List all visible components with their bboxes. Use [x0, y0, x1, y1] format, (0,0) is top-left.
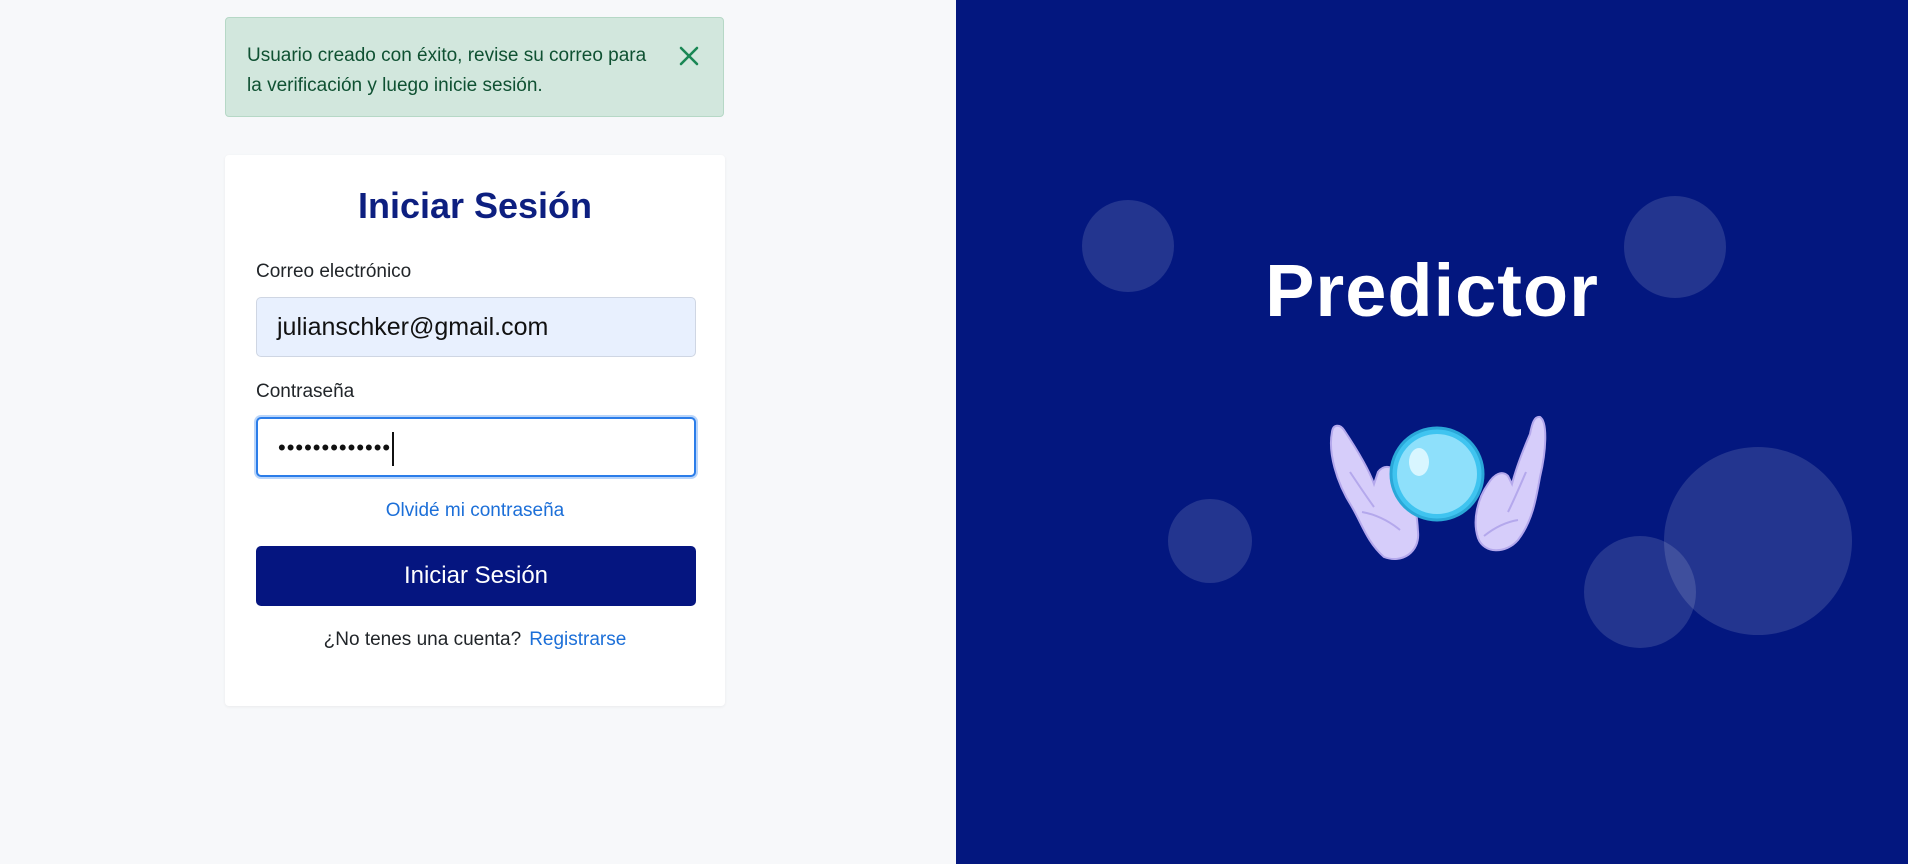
brand-title: Predictor	[1265, 249, 1599, 332]
forgot-password-link[interactable]: Olvidé mi contraseña	[225, 500, 725, 522]
crystal-ball-hands-icon	[1322, 412, 1552, 562]
login-card: Iniciar Sesión Correo electrónico julian…	[225, 155, 725, 706]
email-field[interactable]: julianschker@gmail.com	[256, 297, 696, 357]
decor-bubble	[1584, 536, 1696, 648]
brand-panel: Predictor	[956, 0, 1908, 864]
text-caret	[392, 432, 395, 467]
decor-bubble	[1168, 499, 1252, 583]
close-icon[interactable]	[677, 44, 701, 68]
register-row: ¿No tenes una cuenta? Registrarse	[225, 629, 725, 651]
password-label: Contraseña	[256, 381, 355, 402]
password-field[interactable]: •••••••••••••	[256, 417, 696, 477]
login-panel: Usuario creado con éxito, revise su corr…	[0, 0, 956, 864]
no-account-text: ¿No tenes una cuenta?	[323, 629, 522, 650]
register-link[interactable]: Registrarse	[529, 629, 626, 650]
email-label: Correo electrónico	[256, 261, 412, 282]
alert-message: Usuario creado con éxito, revise su corr…	[247, 45, 647, 96]
email-value: julianschker@gmail.com	[277, 313, 549, 341]
login-title: Iniciar Sesión	[357, 185, 593, 226]
login-page: Usuario creado con éxito, revise su corr…	[0, 0, 1908, 864]
login-button[interactable]: Iniciar Sesión	[256, 546, 696, 606]
password-value: •••••••••••••	[278, 435, 392, 460]
success-alert: Usuario creado con éxito, revise su corr…	[225, 17, 724, 117]
